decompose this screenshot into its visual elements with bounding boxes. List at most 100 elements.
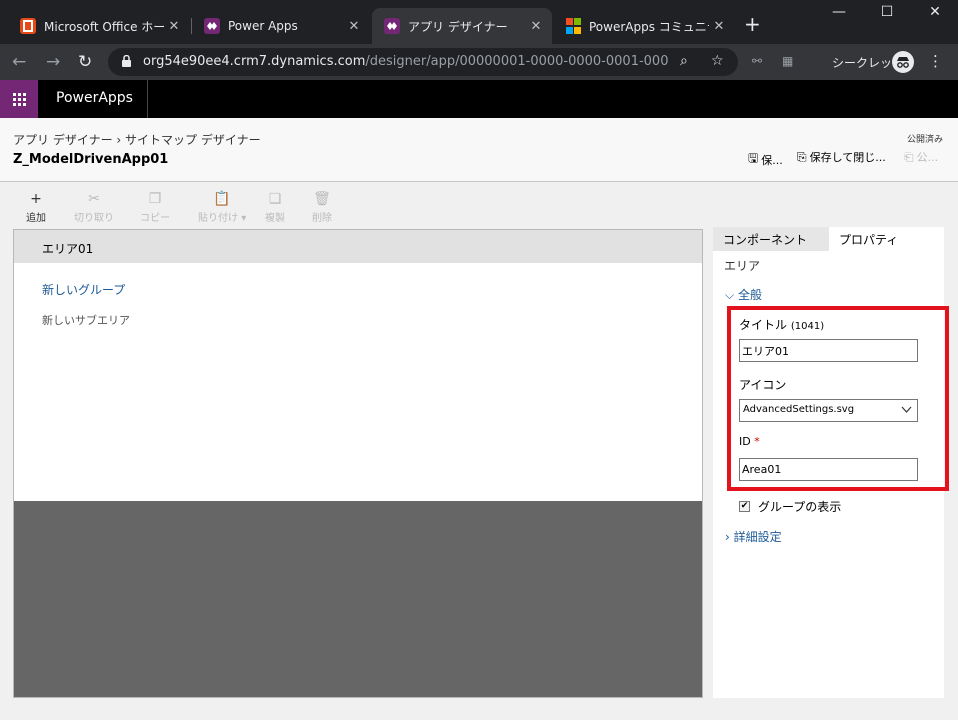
tab-components[interactable]: コンポーネント [713, 227, 829, 251]
paste-label: 貼り付け ▾ [198, 213, 247, 224]
more-menu-icon[interactable]: ⋮ [928, 52, 943, 70]
lock-icon [122, 55, 131, 67]
incognito-icon[interactable] [892, 51, 914, 73]
paste-button[interactable]: 📋 貼り付け ▾ [198, 191, 246, 224]
paste-icon: 📋 [213, 191, 231, 207]
publish-label: 公... [916, 151, 939, 164]
area-body: 新しいグループ 新しいサブエリア [14, 263, 702, 501]
tab-title: アプリ デザイナー [408, 19, 508, 34]
cut-button[interactable]: ✂ 切り取り [74, 191, 114, 224]
show-groups-checkbox[interactable]: ✔ グループの表示 [739, 498, 841, 515]
minimize-icon[interactable]: — [816, 4, 862, 20]
breadcrumb: アプリ デザイナー › サイトマップ デザイナー [13, 131, 261, 148]
advanced-section-toggle[interactable]: › 詳細設定 [725, 528, 782, 545]
tab-app-designer[interactable]: アプリ デザイナー ✕ [372, 8, 552, 44]
close-icon[interactable]: ✕ [164, 19, 184, 34]
url-host: org54e90ee4.crm7.dynamics.com [143, 54, 366, 69]
area-header: エリア01 [14, 230, 702, 265]
copy-label: コピー [140, 213, 170, 224]
save-and-close-button[interactable]: ⎘ 保存して閉じ... [797, 149, 886, 165]
checkmark-icon: ✔ [739, 501, 750, 512]
delete-icon: 🗑 [313, 191, 331, 207]
title-input[interactable] [739, 339, 918, 362]
command-bar: + 追加 ✂ 切り取り ❐ コピー 📋 貼り付け ▾ ❏ 複製 🗑 削除 [0, 183, 958, 227]
save-close-label: 保存して閉じ... [809, 151, 886, 164]
chevron-right-icon: › [725, 530, 730, 544]
clone-icon: ❏ [268, 191, 282, 207]
language-code: (1041) [790, 321, 825, 332]
reload-icon[interactable]: ↻ [78, 52, 92, 72]
delete-button[interactable]: 🗑 削除 [312, 191, 332, 224]
publish-status: 公開済み [906, 135, 943, 145]
title-field-label: タイトル (1041) [739, 318, 825, 332]
browser-toolbar: ← → ↻ org54e90ee4.crm7.dynamics.com/desi… [0, 44, 958, 80]
close-icon[interactable]: ✕ [526, 19, 546, 34]
url-path: /designer/app/00000001-0000-0000-0001-00… [365, 54, 668, 69]
close-icon[interactable]: ✕ [709, 19, 729, 34]
icon-field-label: アイコン [739, 378, 787, 392]
browser-tab-strip: Microsoft Office ホーム ✕ Power Apps ✕ アプリ … [0, 0, 958, 44]
required-marker: * [754, 435, 760, 448]
extension-icon[interactable]: ⚯ [752, 54, 762, 68]
id-input[interactable] [739, 458, 918, 481]
url-text: org54e90ee4.crm7.dynamics.com/designer/a… [143, 54, 668, 69]
cut-icon: ✂ [88, 191, 100, 207]
office-icon [20, 18, 36, 34]
subarea-item[interactable]: 新しいサブエリア [42, 312, 130, 328]
advanced-label: 詳細設定 [733, 530, 782, 544]
close-icon[interactable]: ✕ [344, 19, 364, 34]
icon-select-value: AdvancedSettings.svg [743, 404, 855, 415]
clone-button[interactable]: ❏ 複製 [265, 191, 285, 224]
bookmark-star-icon[interactable]: ☆ [711, 53, 724, 69]
designer-header: アプリ デザイナー › サイトマップ デザイナー Z_ModelDrivenAp… [0, 118, 958, 182]
tab-title: Power Apps [228, 19, 298, 33]
id-field-label: ID * [739, 435, 760, 448]
zoom-icon[interactable]: ⌕ [680, 53, 688, 69]
forward-icon[interactable]: → [46, 52, 60, 72]
publish-button[interactable]: ⎗ 公... [904, 149, 938, 165]
add-label: 追加 [26, 213, 46, 224]
copy-icon: ❐ [148, 191, 162, 207]
new-tab-button[interactable]: + [744, 14, 761, 34]
plus-icon: + [30, 191, 42, 207]
copy-button[interactable]: ❐ コピー [140, 191, 170, 224]
divider [147, 80, 148, 118]
tab-title: Microsoft Office ホーム [44, 19, 164, 34]
general-label: 全般 [737, 288, 762, 302]
show-groups-label: グループの表示 [758, 500, 842, 514]
chevron-down-icon [901, 406, 912, 413]
general-section-toggle[interactable]: ⌵ 全般 [725, 286, 762, 303]
extension-icon[interactable]: ▦ [782, 54, 793, 68]
back-icon[interactable]: ← [12, 52, 26, 72]
chevron-right-icon: › [116, 133, 126, 147]
publish-icon: ⎗ [904, 149, 914, 164]
microsoft-icon [565, 18, 581, 34]
tab-powerapps-community[interactable]: PowerApps コミュニティ ✕ [553, 8, 735, 44]
tab-title: PowerApps コミュニティ [589, 19, 709, 34]
delete-label: 削除 [312, 213, 332, 224]
area-tab[interactable]: エリア01 [42, 240, 94, 265]
chevron-down-icon: ⌵ [725, 288, 735, 302]
breadcrumb-sitemap-designer: サイトマップ デザイナー [125, 133, 261, 147]
tab-office[interactable]: Microsoft Office ホーム ✕ [8, 8, 190, 44]
add-button[interactable]: + 追加 [26, 191, 46, 224]
maximize-icon[interactable]: ☐ [864, 4, 910, 20]
group-item[interactable]: 新しいグループ [42, 281, 125, 298]
dropdown-arrow-icon: ▾ [241, 213, 247, 224]
powerapps-icon [384, 18, 400, 34]
clone-label: 複製 [265, 213, 285, 224]
tab-power-apps[interactable]: Power Apps ✕ [192, 8, 370, 44]
powerapps-icon [204, 18, 220, 34]
page-title: Z_ModelDrivenApp01 [13, 152, 169, 167]
icon-select[interactable]: AdvancedSettings.svg [739, 399, 918, 422]
window-close-icon[interactable]: ✕ [912, 4, 958, 20]
app-name[interactable]: PowerApps [56, 90, 133, 106]
breadcrumb-app-designer[interactable]: アプリ デザイナー [13, 133, 113, 147]
app-launcher-icon[interactable] [0, 80, 38, 118]
properties-panel: コンポーネント プロパティ エリア ⌵ 全般 タイトル (1041) アイコン … [713, 227, 944, 698]
cut-label: 切り取り [74, 213, 114, 224]
save-button[interactable]: 🖫 保... [748, 149, 783, 170]
address-bar[interactable]: org54e90ee4.crm7.dynamics.com/designer/a… [108, 48, 738, 76]
tab-properties[interactable]: プロパティ [829, 227, 944, 251]
sitemap-canvas: エリア01 新しいグループ 新しいサブエリア [13, 229, 703, 698]
